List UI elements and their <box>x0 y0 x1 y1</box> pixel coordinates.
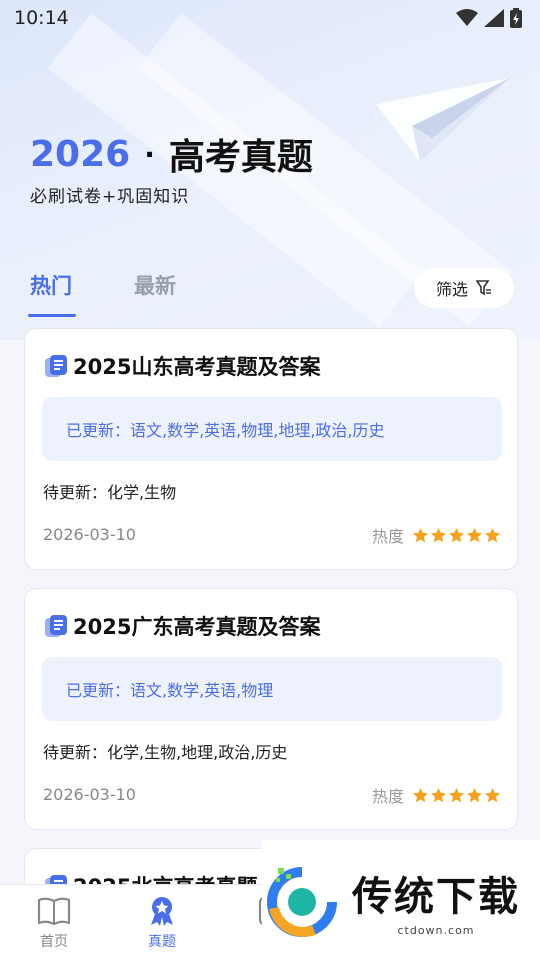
nav-item-exams[interactable]: 真题 <box>122 895 202 951</box>
tab-bar: 热门 最新 <box>28 270 176 317</box>
watermark: 传统下载 ctdown.com <box>262 840 540 960</box>
card-date: 2026-03-10 <box>43 525 136 544</box>
updated-text: 已更新：语文,数学,英语,物理 <box>66 681 274 700</box>
watermark-url: ctdown.com <box>397 923 475 937</box>
nav-label: 真题 <box>148 934 176 950</box>
star-rating <box>412 787 501 804</box>
star-icon <box>449 787 464 802</box>
star-icon <box>485 527 500 542</box>
paper-icon <box>45 615 67 637</box>
updated-subjects: 已更新：语文,数学,英语,物理 <box>42 657 502 721</box>
page-title: 2026 · 高考真题 <box>30 128 313 180</box>
star-rating <box>412 527 501 544</box>
signal-icon <box>484 9 504 27</box>
star-icon <box>431 787 446 802</box>
star-icon <box>467 527 482 542</box>
title-year: 2026 <box>30 133 131 175</box>
pending-subjects: 待更新：化学,生物,地理,政治,历史 <box>43 743 288 762</box>
updated-subjects: 已更新：语文,数学,英语,物理,地理,政治,历史 <box>42 397 502 461</box>
tab-latest[interactable]: 最新 <box>134 270 176 316</box>
star-icon <box>431 527 446 542</box>
paper-plane-icon <box>376 78 510 162</box>
title-text: 高考真题 <box>168 137 313 178</box>
exam-card[interactable]: 2025广东高考真题及答案 已更新：语文,数学,英语,物理 待更新：化学,生物,… <box>24 588 518 830</box>
paper-icon <box>45 355 67 377</box>
heat-label: 热度 <box>371 787 404 806</box>
star-icon <box>413 527 428 542</box>
filter-button[interactable]: 筛选 <box>414 268 514 308</box>
award-icon <box>151 897 173 926</box>
watermark-brand: 传统下载 <box>352 873 520 920</box>
card-title: 2025山东高考真题及答案 <box>73 355 321 379</box>
status-bar: 10:14 <box>0 0 540 36</box>
heat-rating: 热度 <box>372 783 501 807</box>
page-subtitle: 必刷试卷+巩固知识 <box>30 187 190 207</box>
filter-label: 筛选 <box>435 280 468 299</box>
star-icon <box>413 787 428 802</box>
filter-icon <box>476 280 491 296</box>
updated-text: 已更新：语文,数学,英语,物理,地理,政治,历史 <box>66 421 385 440</box>
title-separator: · <box>144 137 155 171</box>
book-icon <box>37 897 71 926</box>
watermark-logo-icon <box>267 866 338 937</box>
card-title: 2025广东高考真题及答案 <box>73 615 321 639</box>
star-icon <box>449 527 464 542</box>
exam-card[interactable]: 2025山东高考真题及答案 已更新：语文,数学,英语,物理,地理,政治,历史 待… <box>24 328 518 570</box>
nav-item-home[interactable]: 首页 <box>14 895 94 951</box>
pending-subjects: 待更新：化学,生物 <box>43 483 177 502</box>
heat-label: 热度 <box>371 527 404 546</box>
battery-icon <box>510 8 522 28</box>
exam-list: 2025山东高考真题及答案 已更新：语文,数学,英语,物理,地理,政治,历史 待… <box>0 326 540 886</box>
star-icon <box>485 787 500 802</box>
nav-label: 首页 <box>40 934 68 950</box>
star-icon <box>467 787 482 802</box>
tab-hot[interactable]: 热门 <box>28 270 76 317</box>
status-time: 10:14 <box>14 7 69 29</box>
card-date: 2026-03-10 <box>43 785 136 804</box>
wifi-icon <box>456 9 478 26</box>
heat-rating: 热度 <box>372 523 501 547</box>
